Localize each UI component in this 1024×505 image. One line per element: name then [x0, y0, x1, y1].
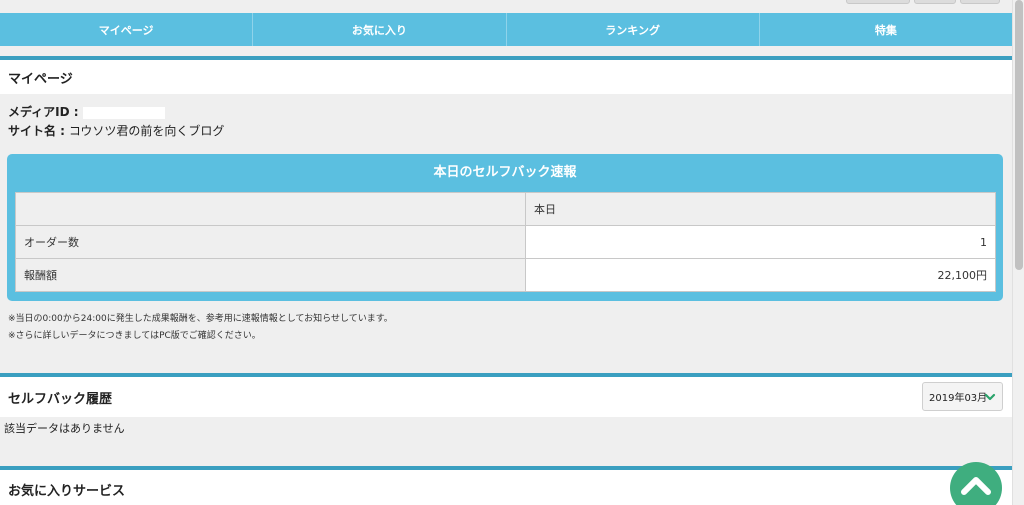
nav-item-favorites[interactable]: お気に入り [253, 13, 507, 46]
site-name-label: サイト名 : [8, 124, 65, 138]
row-value: 22,100円 [525, 258, 996, 292]
nav-item-mypage[interactable]: マイページ [0, 13, 254, 46]
media-id-row: メディアID : [8, 103, 165, 120]
selfback-table: 本日 オーダー数 1 報酬額 22,100円 [15, 192, 996, 292]
panel-title: 本日のセルフバック速報 [433, 165, 577, 180]
note-text: ※当日の0:00から24:00に発生した成果報酬を、参考用に速報情報としてお知ら… [8, 314, 393, 324]
table-row: 報酬額 22,100円 [15, 258, 996, 292]
favorites-title: お気に入りサービス [8, 483, 126, 499]
table-row: オーダー数 1 [15, 225, 996, 259]
site-name-value: コウソツ君の前を向くブログ [68, 124, 225, 138]
page-title: マイページ [8, 71, 73, 87]
mypage-header: マイページ [0, 56, 1012, 94]
main-nav: マイページ お気に入り ランキング 特集 [0, 13, 1012, 46]
month-select-value: 2019年03月 [929, 393, 988, 404]
media-id-label: メディアID : [8, 105, 79, 119]
top-strip [0, 0, 1012, 13]
history-title: セルフバック履歴 [8, 391, 113, 407]
note-text: ※さらに詳しいデータにつきましてはPC版でご確認ください。 [8, 331, 261, 341]
row-label: 報酬額 [15, 258, 526, 292]
header-button[interactable] [960, 0, 1000, 4]
history-header: セルフバック履歴 [0, 373, 1012, 417]
table-header-today: 本日 [525, 192, 996, 226]
table-header-blank [15, 192, 526, 226]
scrollbar-thumb[interactable] [1015, 0, 1023, 270]
chevron-up-icon [961, 477, 991, 495]
table-header-row: 本日 [15, 192, 996, 226]
site-name-row: サイト名 : コウソツ君の前を向くブログ [8, 122, 224, 139]
selfback-panel: 本日のセルフバック速報 本日 オーダー数 1 報酬額 22,100円 [7, 154, 1003, 301]
header-button[interactable] [914, 0, 956, 4]
row-value: 1 [525, 225, 996, 259]
page-top-button[interactable] [950, 462, 1002, 505]
media-id-value [82, 106, 165, 119]
nav-item-special[interactable]: 特集 [760, 13, 1012, 46]
scrollbar[interactable] [1012, 0, 1024, 505]
nav-item-ranking[interactable]: ランキング [507, 13, 760, 46]
row-label: オーダー数 [15, 225, 526, 259]
chevron-down-icon [984, 393, 996, 401]
favorites-header: お気に入りサービス [0, 466, 1012, 505]
month-select[interactable]: 2019年03月 [922, 382, 1003, 411]
empty-message: 該当データはありません [4, 422, 125, 435]
header-button[interactable] [846, 0, 910, 4]
